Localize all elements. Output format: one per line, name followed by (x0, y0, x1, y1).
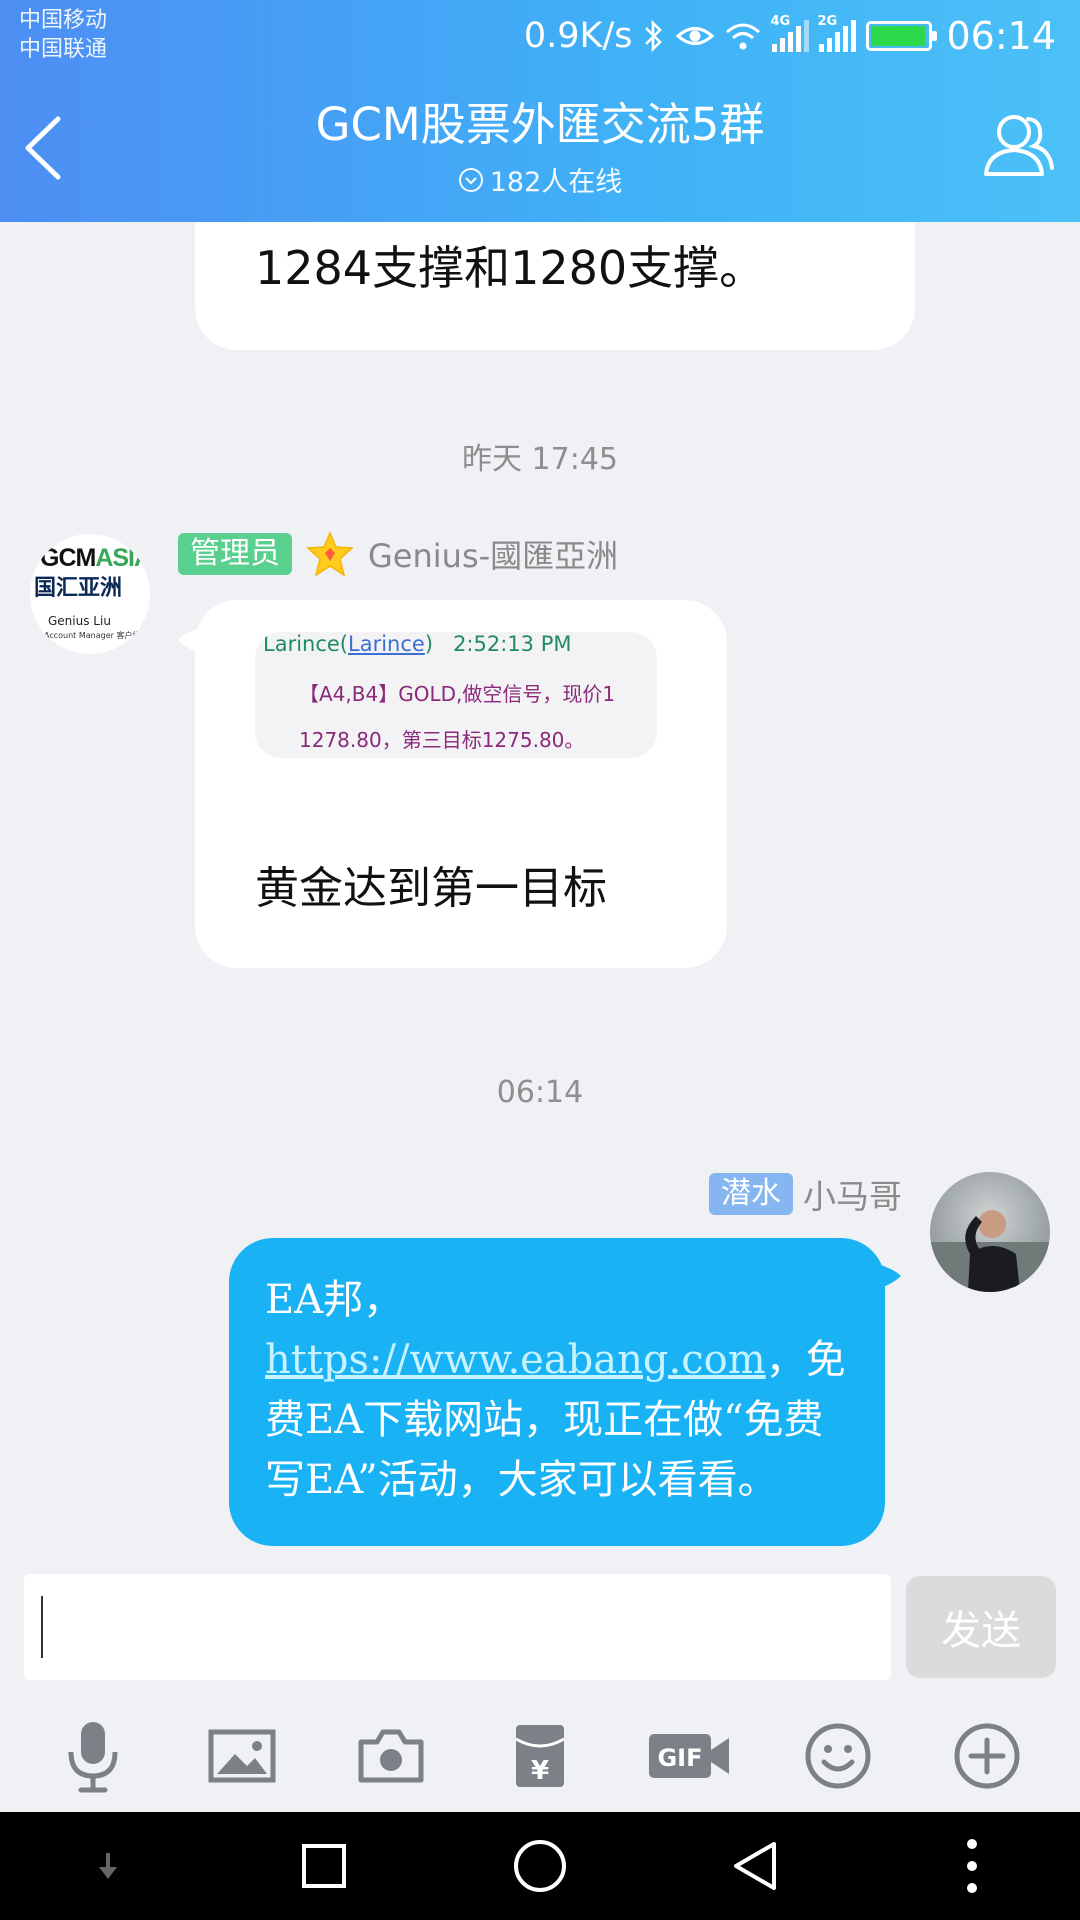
home-button[interactable] (500, 1826, 580, 1906)
star-icon (306, 531, 354, 577)
carrier-info: 中国移动 中国联通 (19, 6, 107, 64)
sender-header: 管理员 Genius-國匯亞洲 (178, 531, 618, 577)
emoji-button[interactable] (796, 1714, 880, 1798)
battery-level (871, 26, 925, 46)
avatar-logo-text: GCMASIA (40, 544, 150, 572)
system-nav-bar (0, 1812, 1080, 1920)
quote-author: Larince(Larince) 2:52:13 PM (263, 632, 572, 656)
hide-nav-button[interactable] (68, 1826, 148, 1906)
avatar-logo-name: Genius Liu (48, 614, 111, 628)
text-caret (41, 1596, 43, 1658)
message-bubble-previous[interactable]: 1284支撑和1280支撑。 (195, 222, 915, 350)
quote-time: 2:52:13 PM (453, 632, 572, 656)
camera-icon (358, 1729, 424, 1783)
red-packet-button[interactable]: ¥ (498, 1714, 582, 1798)
bluetooth-icon (645, 19, 663, 53)
mic-icon (68, 1722, 118, 1793)
group-members-icon (984, 115, 1054, 176)
sender-name[interactable]: Genius-國匯亞洲 (368, 531, 618, 577)
title-area[interactable]: GCM股票外匯交流5群 182人在线 (200, 98, 880, 199)
down-arrow-icon (99, 1853, 117, 1879)
camera-button[interactable] (349, 1714, 433, 1798)
online-label: 182人在线 (489, 167, 623, 198)
net-speed: 0.9K/s (523, 16, 633, 56)
sender-header: 潜水 小马哥 (709, 1170, 902, 1218)
person-photo (930, 1210, 1050, 1292)
input-row: 发送 (0, 1574, 1080, 1680)
timestamp-separator: 06:14 (496, 1075, 584, 1110)
quote-line: 1278.80，第三目标1275.80。 (299, 728, 585, 752)
plus-icon (954, 1723, 1020, 1789)
bubble-tail (177, 624, 217, 655)
quote-line: 【A4,B4】GOLD,做空信号，现价1 (299, 682, 616, 706)
recents-icon (302, 1844, 346, 1888)
chevron-left-icon (25, 116, 61, 180)
red-packet-icon: ¥ (515, 1725, 565, 1787)
message-bubble-me[interactable]: EA邦，https://www.eabang.com，免费EA下载网站，现正在做… (229, 1238, 901, 1546)
chat-title: GCM股票外匯交流5群 (315, 98, 765, 151)
message-text: EA邦，https://www.eabang.com，免费EA下载网站，现正在做… (265, 1277, 846, 1503)
avatar-genius[interactable]: GCMASIA 国汇亚洲 Genius Liu Account Manager … (30, 534, 150, 654)
svg-text:GIF: GIF (658, 1744, 703, 1772)
svg-text:¥: ¥ (531, 1756, 549, 1786)
emoji-icon (805, 1723, 871, 1789)
gif-icon: GIF (649, 1734, 730, 1778)
wifi-icon (726, 23, 761, 50)
bubble-tail (861, 1260, 901, 1291)
avatar-me[interactable] (930, 1172, 1050, 1292)
sender-name[interactable]: 小马哥 (803, 1170, 902, 1218)
signal-1-icon: 4G (770, 14, 810, 52)
message-bubble-admin[interactable]: Larince(Larince) 2:52:13 PM 【A4,B4】GOLD,… (177, 600, 727, 968)
message-list[interactable]: 1284支撑和1280支撑。 昨天 17:45 GCMASIA 国汇亚洲 Gen… (0, 222, 1080, 1574)
chevron-circle-icon (458, 167, 483, 192)
online-count: 182人在线 (200, 160, 880, 199)
send-button[interactable]: 发送 (906, 1576, 1056, 1678)
image-icon (208, 1729, 276, 1783)
recents-button[interactable] (284, 1826, 364, 1906)
message-input[interactable] (24, 1574, 891, 1680)
lurker-badge: 潜水 (709, 1173, 793, 1215)
carrier-1: 中国移动 (19, 8, 108, 33)
clock: 06:14 (946, 14, 1056, 58)
more-button[interactable] (945, 1714, 1029, 1798)
back-button[interactable] (18, 113, 74, 183)
avatar-logo-sub: Account Manager 客户经理 (44, 631, 149, 640)
nav-back-button[interactable] (716, 1826, 796, 1906)
gif-button[interactable]: GIF (647, 1714, 731, 1798)
avatar-logo-cn: 国汇亚洲 (34, 576, 123, 601)
more-icon (967, 1839, 977, 1893)
message-text: 1284支撑和1280支撑。 (255, 241, 766, 295)
image-button[interactable] (200, 1714, 284, 1798)
message-text: 黄金达到第一目标 (255, 863, 607, 914)
voice-button[interactable] (51, 1714, 135, 1798)
carrier-2: 中国联通 (19, 37, 108, 62)
quoted-message-image[interactable]: Larince(Larince) 2:52:13 PM 【A4,B4】GOLD,… (255, 632, 657, 758)
eye-icon (676, 27, 715, 45)
group-members-button[interactable] (980, 108, 1056, 184)
admin-badge: 管理员 (178, 533, 292, 575)
nav-more-button[interactable] (932, 1826, 1012, 1906)
top-bar: 中国移动 中国联通 0.9K/s 4G 2G 06:14 GCM股票外匯交流5群… (0, 0, 1080, 222)
timestamp-separator: 昨天 17:45 (462, 442, 618, 477)
home-icon (514, 1840, 566, 1892)
status-icons: 0.9K/s 4G 2G 06:14 (524, 14, 1056, 58)
input-toolbar: ¥ GIF (0, 1700, 1080, 1812)
message-link[interactable]: https://www.eabang.com (265, 1337, 766, 1383)
signal-2-icon: 2G (817, 14, 857, 52)
back-icon (734, 1842, 776, 1890)
battery-icon (866, 21, 938, 51)
